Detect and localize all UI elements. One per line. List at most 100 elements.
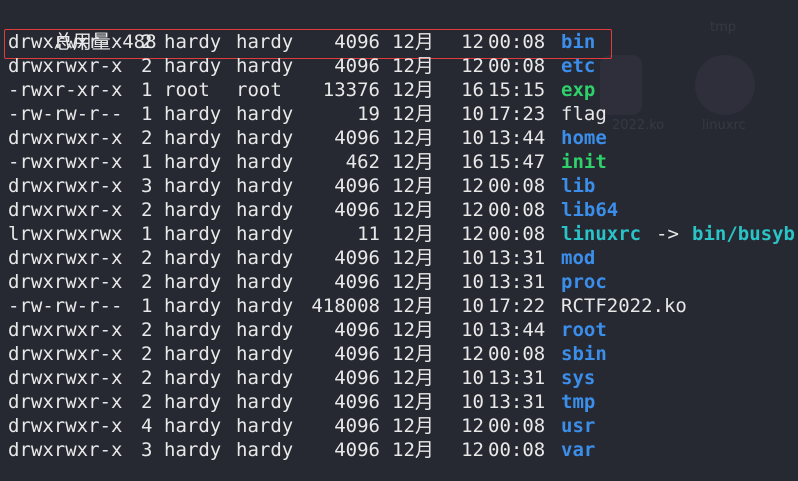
day: 16 — [461, 79, 484, 101]
file-size: 4096 — [334, 415, 380, 437]
group: hardy — [236, 271, 294, 293]
link-count: 3 — [141, 439, 153, 461]
owner: root — [164, 79, 210, 101]
month: 12月 — [392, 55, 434, 77]
owner: hardy — [164, 127, 222, 149]
month: 12月 — [392, 151, 434, 173]
group: hardy — [236, 127, 294, 149]
file-name[interactable]: lib64 — [561, 198, 618, 222]
group: hardy — [236, 223, 294, 245]
owner: hardy — [164, 55, 222, 77]
group: hardy — [236, 31, 294, 53]
file-name[interactable]: init — [561, 150, 607, 174]
link-count: 2 — [141, 271, 153, 293]
time: 00:08 — [488, 343, 546, 365]
owner: hardy — [164, 343, 222, 365]
permissions: drwxrwxr-x — [8, 271, 123, 293]
file-name[interactable]: var — [561, 438, 595, 462]
time: 13:31 — [488, 271, 546, 293]
group: hardy — [236, 175, 294, 197]
group: hardy — [236, 103, 294, 125]
owner: hardy — [164, 175, 222, 197]
link-count: 3 — [141, 175, 153, 197]
owner: hardy — [164, 439, 222, 461]
link-count: 1 — [141, 151, 153, 173]
group: hardy — [236, 151, 294, 173]
month: 12月 — [392, 295, 434, 317]
time: 13:31 — [488, 367, 546, 389]
file-name[interactable]: linuxrc — [561, 222, 641, 246]
permissions: drwxrwxr-x — [8, 199, 123, 221]
month: 12月 — [392, 31, 434, 53]
day: 12 — [461, 55, 484, 77]
file-name[interactable]: home — [561, 126, 607, 150]
time: 13:44 — [488, 319, 546, 341]
group: hardy — [236, 295, 294, 317]
time: 17:22 — [488, 295, 546, 317]
file-name[interactable]: sys — [561, 366, 595, 390]
time: 00:08 — [488, 439, 546, 461]
month: 12月 — [392, 415, 434, 437]
permissions: -rwxrwxr-x — [8, 151, 123, 173]
month: 12月 — [392, 271, 434, 293]
month: 12月 — [392, 439, 434, 461]
time: 00:08 — [488, 31, 546, 53]
link-count: 1 — [141, 223, 153, 245]
owner: hardy — [164, 319, 222, 341]
month: 12月 — [392, 367, 434, 389]
link-count: 1 — [141, 103, 153, 125]
file-name[interactable]: etc — [561, 54, 595, 78]
file-name[interactable]: mod — [561, 246, 595, 270]
owner: hardy — [164, 31, 222, 53]
file-size: 4096 — [334, 127, 380, 149]
file-size: 4096 — [334, 271, 380, 293]
time: 13:31 — [488, 247, 546, 269]
day: 12 — [461, 343, 484, 365]
day: 10 — [461, 391, 484, 413]
link-count: 2 — [141, 343, 153, 365]
link-count: 2 — [141, 127, 153, 149]
permissions: drwxrwxr-x — [8, 175, 123, 197]
file-size: 4096 — [334, 31, 380, 53]
file-name[interactable]: flag — [561, 102, 607, 126]
file-name[interactable]: lib — [561, 174, 595, 198]
file-size: 4096 — [334, 247, 380, 269]
file-name[interactable]: root — [561, 318, 607, 342]
day: 12 — [461, 199, 484, 221]
month: 12月 — [392, 103, 434, 125]
link-count: 1 — [141, 79, 153, 101]
permissions: drwxrwxr-x — [8, 247, 123, 269]
symlink-arrow: -> — [656, 223, 679, 245]
link-count: 2 — [141, 199, 153, 221]
file-name[interactable]: RCTF2022.ko — [561, 294, 687, 318]
terminal-window[interactable]: tmp 2022.ko linuxrc 总用量 488 drwxrwxr-x 2 h… — [0, 0, 798, 481]
symlink-target[interactable]: bin/busyb — [692, 222, 795, 246]
time: 00:08 — [488, 223, 546, 245]
file-size: 418008 — [311, 295, 380, 317]
permissions: drwxrwxr-x — [8, 319, 123, 341]
file-name[interactable]: tmp — [561, 390, 595, 414]
permissions: drwxrwxr-x — [8, 127, 123, 149]
file-size: 4096 — [334, 391, 380, 413]
time: 15:15 — [488, 79, 546, 101]
group: root — [236, 79, 282, 101]
day: 12 — [461, 439, 484, 461]
ghost-gear-icon — [695, 55, 755, 115]
file-name[interactable]: proc — [561, 270, 607, 294]
permissions: lrwxrwxrwx — [8, 223, 123, 245]
file-size: 13376 — [322, 79, 380, 101]
owner: hardy — [164, 367, 222, 389]
month: 12月 — [392, 79, 434, 101]
file-size: 4096 — [334, 439, 380, 461]
day: 12 — [461, 31, 484, 53]
file-name[interactable]: exp — [561, 78, 595, 102]
permissions: -rw-rw-r-- — [8, 103, 123, 125]
file-name[interactable]: usr — [561, 414, 595, 438]
time: 13:31 — [488, 391, 546, 413]
time: 00:08 — [488, 199, 546, 221]
time: 17:23 — [488, 103, 546, 125]
file-name[interactable]: bin — [561, 30, 595, 54]
file-name[interactable]: sbin — [561, 342, 607, 366]
owner: hardy — [164, 415, 222, 437]
group: hardy — [236, 367, 294, 389]
